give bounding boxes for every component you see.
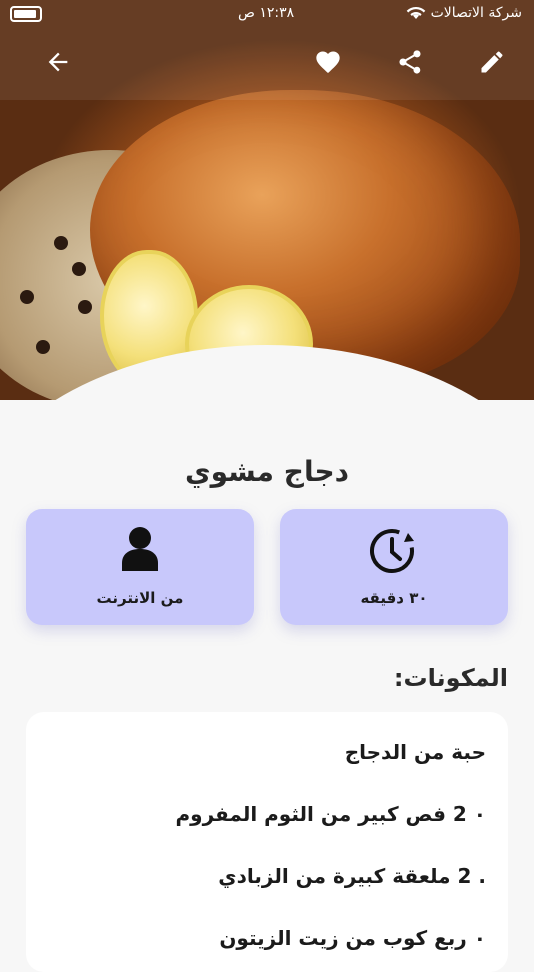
carrier-name: شركة الاتصالات: [430, 5, 522, 21]
heart-icon: [316, 51, 340, 73]
back-button[interactable]: [36, 40, 80, 84]
peppercorn-graphic: [20, 290, 34, 304]
peppercorn-graphic: [54, 236, 68, 250]
peppercorn-graphic: [36, 340, 50, 354]
ingredient-line: ٠ ربع كوب من زيت الزيتون: [219, 926, 486, 950]
wifi-icon: [406, 4, 426, 24]
person-icon: [114, 523, 166, 575]
edit-button[interactable]: [470, 40, 514, 84]
peppercorn-graphic: [78, 300, 92, 314]
top-action-bar: [0, 40, 534, 84]
status-time: ١٢:٣٨ ص: [238, 5, 295, 21]
ingredient-line: . 2 ملعقة كبيرة من الزبادي: [218, 864, 486, 888]
status-bar: ١٢:٣٨ ص شركة الاتصالات: [0, 0, 534, 28]
ingredients-heading: المكونات:: [393, 664, 508, 692]
clock-history-icon: [368, 523, 420, 575]
pencil-icon: [481, 51, 503, 73]
share-icon: [399, 50, 421, 74]
recipe-source-card: من الانترنت: [26, 509, 254, 625]
ingredient-line: ٠ 2 فص كبير من الثوم المفروم: [175, 802, 486, 826]
cooking-time-card: ٣٠ دقيقه: [280, 509, 508, 625]
ingredients-card: حبة من الدجاج ٠ 2 فص كبير من الثوم المفر…: [26, 712, 508, 972]
share-button[interactable]: [388, 40, 432, 84]
favorite-button[interactable]: [306, 40, 350, 84]
peppercorn-graphic: [72, 262, 86, 276]
recipe-title: دجاج مشوي: [184, 455, 350, 488]
battery-icon: [10, 6, 42, 22]
recipe-source-label: من الانترنت: [96, 589, 184, 607]
cooking-time-label: ٣٠ دقيقه: [360, 589, 428, 607]
arrow-left-icon: [48, 52, 68, 72]
ingredient-line: حبة من الدجاج: [344, 740, 486, 764]
